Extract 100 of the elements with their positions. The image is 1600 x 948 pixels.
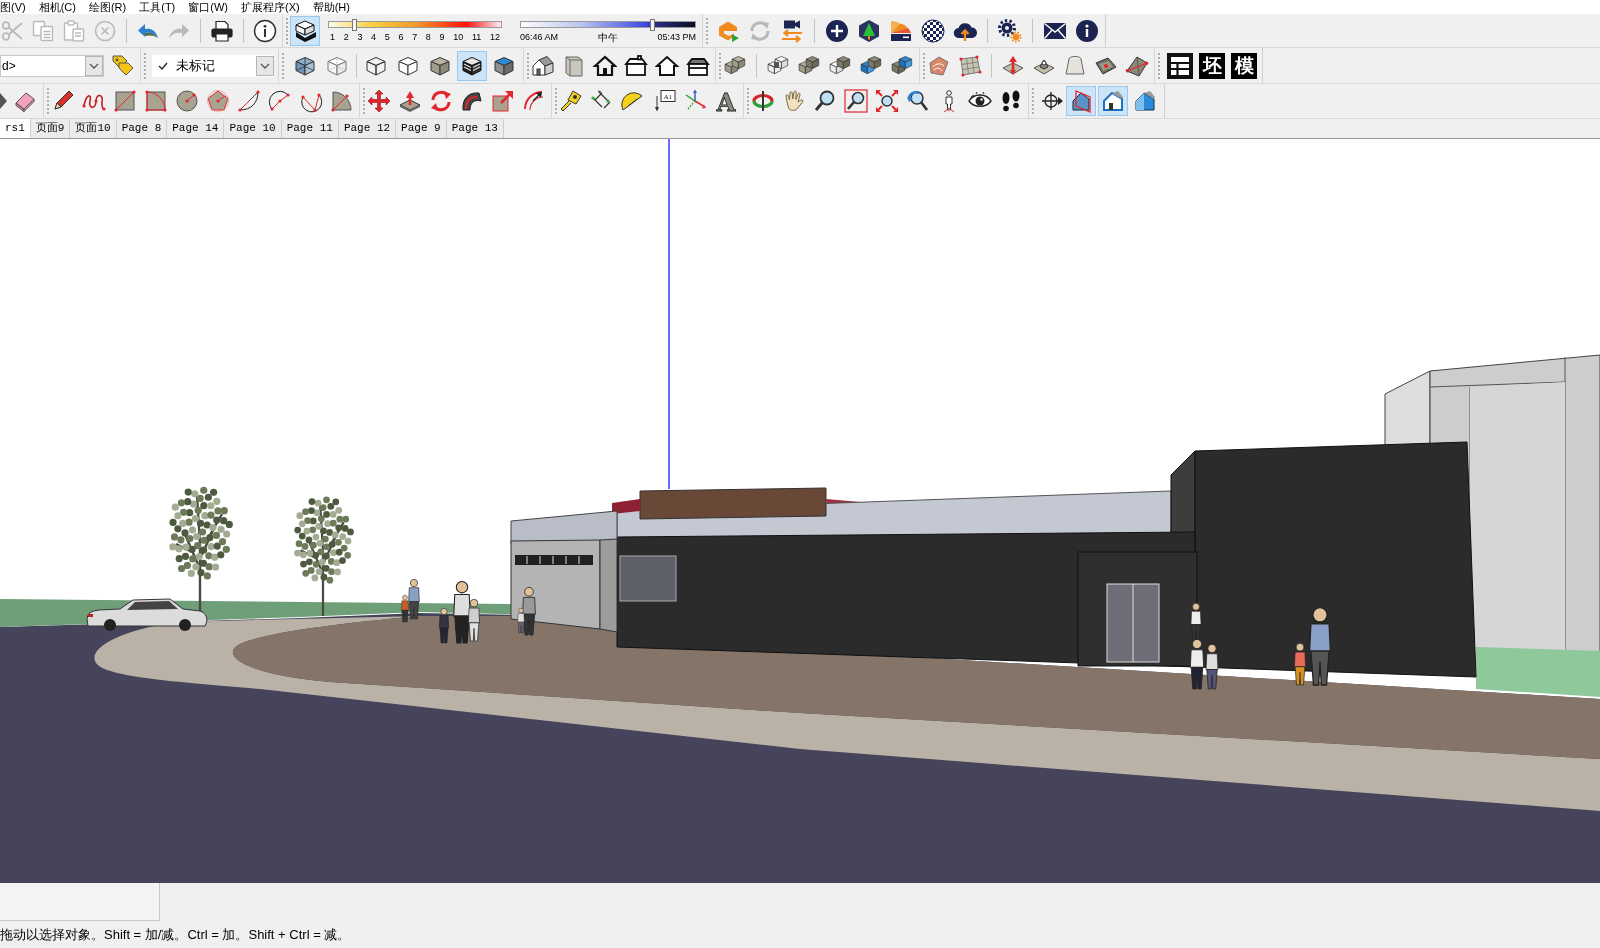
scene-tab[interactable]: Page 11 — [281, 119, 339, 138]
shadows-toggle-button[interactable] — [290, 15, 320, 46]
scene-tab[interactable]: Page 8 — [116, 119, 168, 138]
house-side-icon[interactable] — [624, 53, 648, 78]
character-tool-button[interactable]: 坯 — [1199, 52, 1225, 79]
circle-icon[interactable] — [175, 89, 199, 113]
menu-item[interactable]: 帮助(H) — [312, 0, 350, 14]
menu-item[interactable]: 窗口(W) — [188, 0, 228, 14]
grid-mesh-icon[interactable] — [958, 53, 982, 78]
month-label: 10 — [453, 31, 464, 43]
scene-tab[interactable]: Page 14 — [167, 119, 225, 138]
panel-box-icon[interactable] — [562, 53, 586, 78]
section-house-icon — [1069, 89, 1093, 113]
person-figure — [1205, 644, 1219, 690]
month-label: 2 — [343, 31, 349, 43]
tag-dropdown[interactable]: 未标记 — [152, 54, 274, 77]
hand-icon[interactable] — [782, 89, 806, 113]
month-label: 1 — [330, 31, 335, 43]
character-tool-button[interactable]: 模 — [1231, 52, 1257, 79]
square-arc-icon[interactable] — [144, 89, 168, 113]
status-text: 拖动以选择对象。Shift = 加/减。Ctrl = 加。Shift + Ctrl = 减。 — [0, 926, 352, 944]
slider-thumb[interactable] — [650, 18, 655, 31]
menu-item[interactable]: 工具(T) — [139, 0, 176, 14]
camera-arrows-icon[interactable] — [780, 18, 804, 43]
pencil-icon[interactable] — [51, 89, 75, 113]
menu-item[interactable]: 扩展程序(X) — [241, 0, 300, 14]
month-label: 5 — [384, 31, 390, 43]
roof-edge — [612, 499, 640, 514]
house-3d-icon[interactable] — [531, 53, 555, 78]
scene-tab[interactable]: Page 9 — [396, 119, 447, 138]
previous-view-icon[interactable] — [906, 89, 930, 113]
cursor-tail-icon[interactable] — [0, 93, 7, 109]
zoom-extents-icon[interactable] — [875, 89, 899, 113]
house-cut-icon — [1101, 89, 1125, 113]
scale-icon[interactable] — [491, 89, 515, 113]
drape-icon[interactable] — [1063, 53, 1087, 78]
month-label: 8 — [425, 31, 431, 43]
scene-tab[interactable]: 页面10 — [70, 119, 117, 138]
menu-item[interactable]: 相机(C) — [38, 0, 76, 14]
section-planes-button[interactable] — [1066, 86, 1096, 116]
time-label: 05:43 PM — [657, 31, 696, 43]
month-label: 11 — [471, 31, 482, 43]
person-figure — [1190, 603, 1202, 642]
checkered-sphere-icon[interactable] — [921, 18, 945, 43]
person-figure — [1189, 639, 1205, 690]
zoom-window-icon[interactable] — [844, 89, 868, 113]
time-label: 中午 — [597, 31, 618, 43]
info-icon[interactable] — [253, 18, 277, 43]
move-arrows-icon[interactable] — [367, 89, 391, 113]
protractor-icon[interactable] — [621, 89, 645, 113]
printer-icon[interactable] — [210, 18, 234, 43]
menu-item[interactable]: 图(V) — [0, 0, 26, 14]
table-icon[interactable] — [1167, 52, 1193, 79]
scene-tab[interactable]: Page 10 — [224, 119, 282, 138]
offset-icon[interactable] — [522, 89, 546, 113]
tape-measure-icon[interactable] — [559, 89, 583, 113]
face-style-button[interactable] — [457, 50, 487, 81]
time-slider[interactable] — [520, 18, 696, 31]
slider-thumb[interactable] — [352, 18, 358, 31]
polygon-icon[interactable] — [206, 89, 230, 113]
scene-tab[interactable]: Page 12 — [338, 119, 397, 138]
magnifier-icon[interactable] — [813, 89, 837, 113]
follow-me-icon[interactable] — [460, 89, 484, 113]
plus-circle-icon[interactable] — [825, 18, 849, 43]
tags-icon[interactable] — [111, 53, 135, 78]
tree-hexagon-icon[interactable] — [857, 18, 881, 43]
window — [619, 555, 677, 602]
house-fill-icon — [1133, 89, 1157, 113]
month-label: 6 — [398, 31, 404, 43]
scene-tab[interactable]: Page 13 — [446, 119, 504, 138]
month-label: 12 — [489, 31, 500, 43]
scene-tab[interactable]: 页面9 — [30, 119, 71, 138]
push-pull-icon[interactable] — [398, 89, 422, 113]
swatch-fan-icon[interactable] — [889, 18, 913, 43]
rectangle-icon[interactable] — [113, 89, 137, 113]
section-plane-icon[interactable] — [1040, 89, 1064, 113]
section-cuts-button[interactable] — [1098, 86, 1128, 116]
month-label: 4 — [371, 31, 377, 43]
month-slider[interactable] — [328, 18, 502, 31]
arc-chord-icon[interactable] — [268, 89, 292, 113]
shadow-box-icon — [293, 18, 317, 43]
orbit-icon[interactable] — [751, 89, 775, 113]
house-icon[interactable] — [593, 53, 617, 78]
scene-tab[interactable]: rs1 — [0, 119, 31, 138]
month-label: 9 — [439, 31, 445, 43]
info-circle-icon[interactable] — [1075, 18, 1099, 43]
three-d-text-icon[interactable]: A — [714, 89, 738, 113]
time-label: 06:46 AM — [520, 31, 559, 43]
menu-item[interactable]: 绘图(R) — [88, 0, 127, 14]
layer-dropdown[interactable]: d> — [0, 54, 104, 77]
pie-icon[interactable] — [330, 89, 354, 113]
month-label: 3 — [357, 31, 363, 43]
person-figure — [1294, 643, 1306, 686]
arc-icon[interactable] — [237, 89, 261, 113]
chevron-icon — [85, 55, 103, 76]
rotate-arrows-icon[interactable] — [429, 89, 453, 113]
house-outline-icon[interactable] — [655, 53, 679, 78]
person-figure — [439, 608, 449, 644]
gears-icon[interactable] — [998, 18, 1022, 43]
check-icon — [158, 60, 168, 71]
